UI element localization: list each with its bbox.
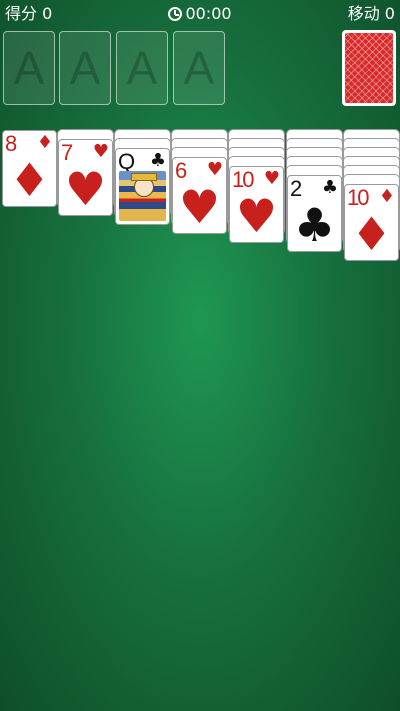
suit-large-icon: ♦ xyxy=(350,207,393,261)
stock-pile[interactable] xyxy=(342,30,396,106)
tableau-card[interactable]: 10 ♥ ♥ xyxy=(229,166,284,243)
tableau-card[interactable]: 8 ♦ ♦ xyxy=(2,130,57,207)
suit-large-icon: ♦ xyxy=(8,153,51,207)
suit-large-icon: ♥ xyxy=(64,162,107,216)
tableau-card[interactable]: Q ♣ xyxy=(115,148,170,225)
tableau-card[interactable]: 10 ♦ ♦ xyxy=(344,184,399,261)
foundation-slot-4[interactable]: A xyxy=(173,31,225,105)
suit-icon: ♥ xyxy=(92,141,109,162)
foundation-slot-3[interactable]: A xyxy=(116,31,168,105)
suit-icon: ♦ xyxy=(36,132,53,153)
tableau-card[interactable]: 6 ♥ ♥ xyxy=(172,157,227,234)
suit-icon: ♥ xyxy=(206,159,223,180)
foundation-slot-1[interactable]: A xyxy=(3,31,55,105)
moves-display: 移动 0 xyxy=(347,4,395,23)
alarm-clock-icon xyxy=(168,7,183,21)
card-back-pattern xyxy=(345,33,393,103)
timer-value: 00:00 xyxy=(185,4,232,23)
suit-icon: ♥ xyxy=(263,168,280,189)
suit-icon: ♦ xyxy=(378,186,395,207)
timer-display: 00:00 xyxy=(0,4,400,24)
tableau-card[interactable]: 7 ♥ ♥ xyxy=(58,139,113,216)
suit-large-icon: ♥ xyxy=(235,189,278,243)
foundation-slot-2[interactable]: A xyxy=(59,31,111,105)
queen-portrait-icon xyxy=(119,171,166,221)
suit-icon: ♣ xyxy=(149,150,166,171)
suit-icon: ♣ xyxy=(321,177,338,198)
suit-large-icon: ♣ xyxy=(293,198,336,252)
tableau-card[interactable]: 2 ♣ ♣ xyxy=(287,175,342,252)
suit-large-icon: ♥ xyxy=(178,180,221,234)
